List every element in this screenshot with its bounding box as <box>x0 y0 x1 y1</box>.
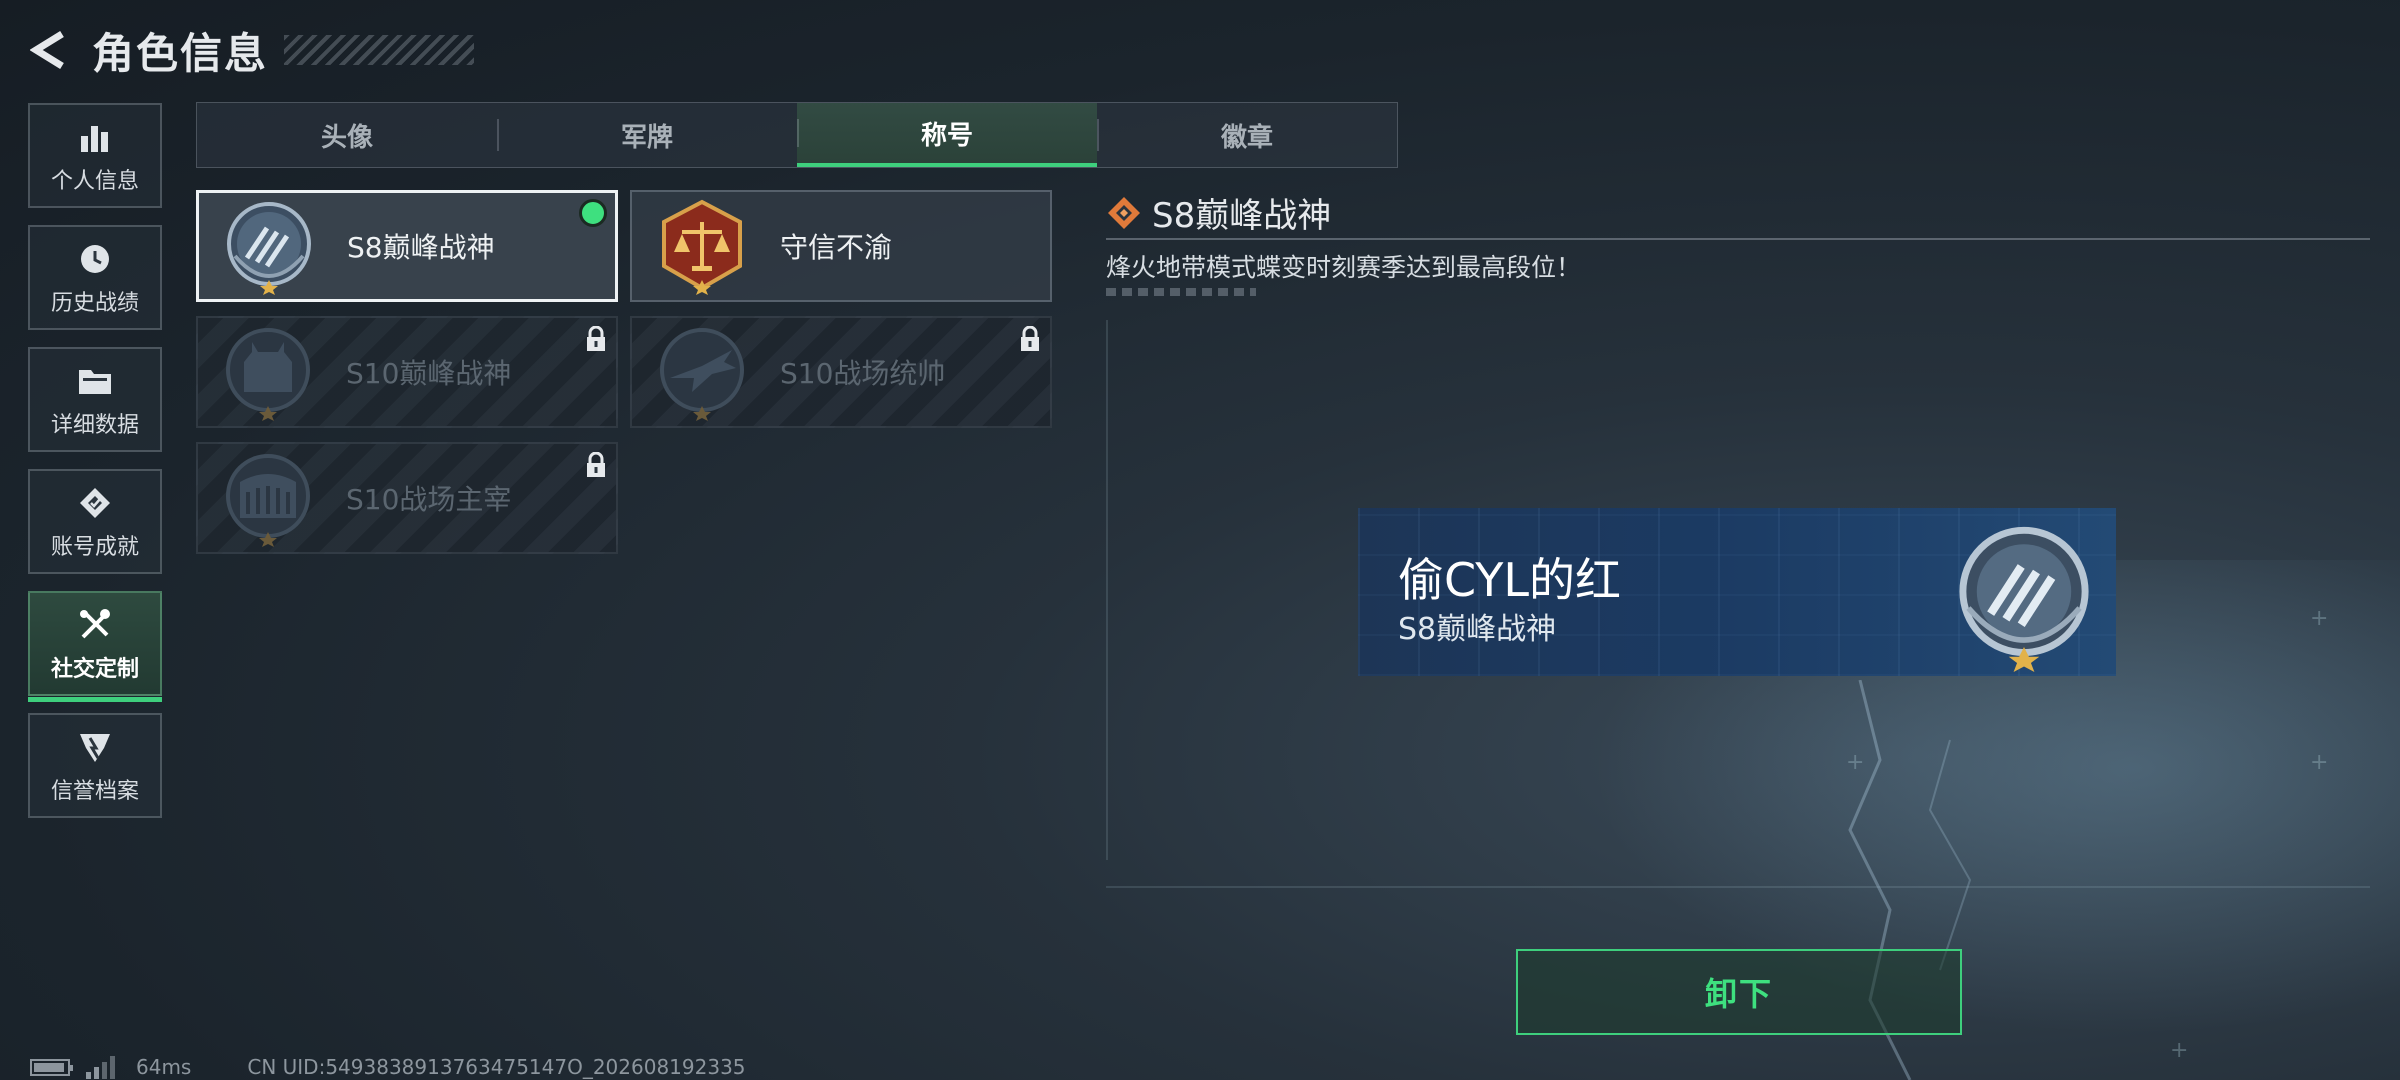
sidebar-item-label: 社交定制 <box>50 656 139 682</box>
title-card-s10-commander[interactable]: S10战场统帅 <box>630 316 1052 428</box>
preview-title: S8巅峰战神 <box>1398 612 1557 647</box>
clock-icon <box>75 239 115 279</box>
unequip-button[interactable]: 卸下 <box>1516 949 1962 1035</box>
tab-dog-tag[interactable]: 军牌 <box>497 103 797 167</box>
hud-cross: + <box>1846 750 1865 775</box>
sidebar-item-social-custom[interactable]: 社交定制 <box>28 591 162 702</box>
s8-peak-emblem-icon <box>227 202 311 295</box>
scales-emblem-icon <box>662 199 742 295</box>
lock-icon <box>1021 326 1039 351</box>
sidebar-item-label: 信誉档案 <box>50 778 139 804</box>
uid-readout: CN UID:5493838913763475147O_202608192335 <box>247 1055 746 1079</box>
back-button[interactable] <box>28 28 72 72</box>
title-name: S8巅峰战神 <box>347 231 495 264</box>
title-name: S10战场统帅 <box>780 357 946 390</box>
hud-cross: + <box>2170 1038 2189 1063</box>
title-name: S10巅峰战神 <box>346 357 512 390</box>
sidebar-item-label: 详细数据 <box>50 412 139 438</box>
bar-chart-icon <box>75 117 115 157</box>
title-name: S10战场主宰 <box>346 483 512 516</box>
detail-description: 烽火地带模式蝶变时刻赛季达到最高段位！ <box>1106 253 1582 282</box>
sidebar-item-achievements[interactable]: 账号成就 <box>28 469 162 574</box>
header: 角色信息 <box>28 20 475 80</box>
title-name: 守信不渝 <box>780 231 893 264</box>
s8-peak-emblem-icon <box>1959 526 2089 672</box>
sidebar-item-label: 账号成就 <box>50 534 139 560</box>
sidebar-item-personal-info[interactable]: 个人信息 <box>28 103 162 208</box>
title-card-s10-peak[interactable]: S10巅峰战神 <box>196 316 618 428</box>
hud-cross: + <box>2310 750 2329 775</box>
sidebar-item-label: 历史战绩 <box>50 290 139 316</box>
tab-avatar[interactable]: 头像 <box>197 103 497 167</box>
equipped-indicator <box>579 199 607 227</box>
shield-icon <box>75 727 115 767</box>
ping-readout: 64ms <box>136 1055 192 1079</box>
hud-cross: + <box>2310 606 2329 631</box>
divider <box>1106 238 2370 240</box>
lock-icon <box>587 326 605 351</box>
folder-icon <box>75 361 115 401</box>
colosseum-emblem-icon <box>226 454 310 547</box>
hud-line <box>1106 320 1108 860</box>
tab-bar: 头像 军牌 称号 徽章 <box>196 102 1398 168</box>
decorative-dots <box>1106 288 1256 296</box>
diamond-icon <box>1108 196 1140 229</box>
detail-title: S8巅峰战神 <box>1152 196 1332 236</box>
sidebar-item-label: 个人信息 <box>50 168 139 194</box>
hud-line <box>1106 886 2370 888</box>
battery-icon <box>30 1059 73 1076</box>
tab-title[interactable]: 称号 <box>797 103 1097 167</box>
sidebar-item-detailed-data[interactable]: 详细数据 <box>28 347 162 452</box>
title-card-s10-dominator[interactable]: S10战场主宰 <box>196 442 618 554</box>
tab-badge[interactable]: 徽章 <box>1097 103 1397 167</box>
status-bar: 64ms CN UID:5493838913763475147O_2026081… <box>30 1054 746 1080</box>
title-card-s8-peak[interactable]: S8巅峰战神 <box>196 190 618 302</box>
plane-emblem-icon <box>660 328 744 421</box>
title-card-trust[interactable]: 守信不渝 <box>630 190 1052 302</box>
title-decoration <box>284 35 475 65</box>
back-arrow-icon <box>30 31 64 69</box>
sidebar-item-history[interactable]: 历史战绩 <box>28 225 162 330</box>
lock-icon <box>587 452 605 477</box>
detail-header: S8巅峰战神 <box>1106 188 1331 237</box>
castle-emblem-icon <box>226 328 310 421</box>
tools-icon <box>75 605 115 645</box>
sidebar-item-reputation[interactable]: 信誉档案 <box>28 713 162 818</box>
sidebar: 个人信息 历史战绩 详细数据 账号成就 社交定制 信誉档案 <box>28 103 166 835</box>
signal-icon <box>86 1056 115 1079</box>
achievement-icon <box>75 483 115 523</box>
page-title: 角色信息 <box>92 28 269 78</box>
title-preview-banner: 偷CYL的红 S8巅峰战神 <box>1358 508 2116 676</box>
preview-player-name: 偷CYL的红 <box>1398 553 1622 607</box>
